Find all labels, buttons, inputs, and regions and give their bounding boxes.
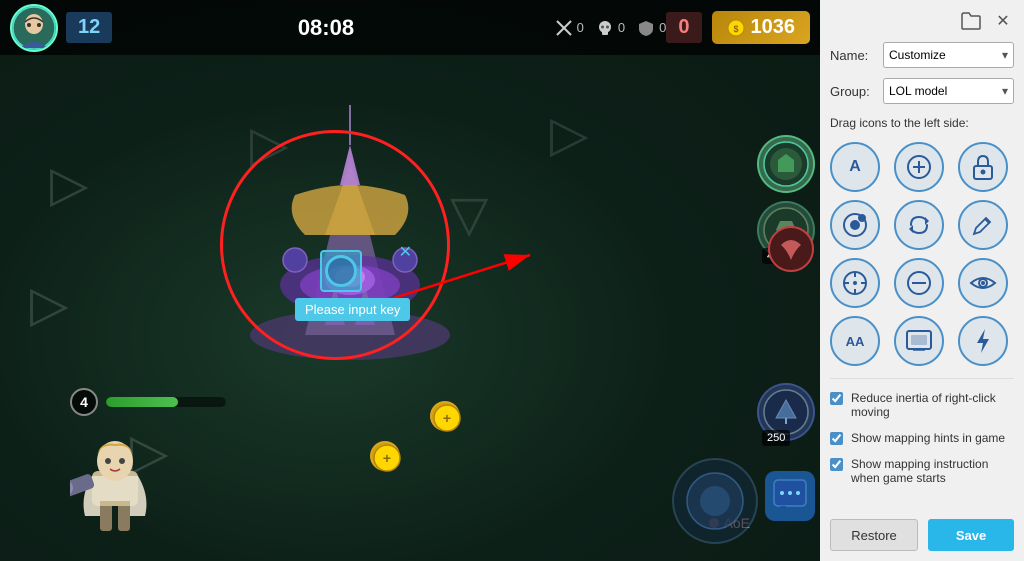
hud-top-bar: 12 08:08 0 0 xyxy=(0,0,820,55)
svg-text:$: $ xyxy=(733,24,738,34)
icon-a-btn[interactable]: A xyxy=(830,142,880,192)
save-button[interactable]: Save xyxy=(928,519,1014,551)
icon-plus-circle-btn[interactable] xyxy=(894,142,944,192)
key-box[interactable] xyxy=(320,250,362,292)
player-character-area: Ferris Marina&35 4 xyxy=(70,388,226,541)
price-badge-2: 250 xyxy=(762,430,790,446)
health-bar xyxy=(106,397,226,407)
coin-1: + xyxy=(370,441,400,471)
name-select-arrow: ▾ xyxy=(1002,48,1008,62)
sidebar-close-icon[interactable]: ✕ xyxy=(992,10,1014,32)
player-level: 4 xyxy=(70,388,98,416)
sidebar-panel: ✕ Name: Customize ▾ Group: LOL model ▾ D… xyxy=(820,0,1024,561)
divider-1 xyxy=(830,378,1014,379)
group-select[interactable]: LOL model ▾ xyxy=(883,78,1014,104)
gold-display: $ 1036 xyxy=(712,11,811,44)
checkbox-row-2: Show mapping hints in game xyxy=(830,431,1014,445)
group-row: Group: LOL model ▾ xyxy=(830,78,1014,104)
group-label: Group: xyxy=(830,84,875,99)
health-bar-container: 4 xyxy=(70,388,226,416)
game-timer: 08:08 xyxy=(112,15,539,41)
kill-count: 12 xyxy=(66,12,112,43)
restore-button[interactable]: Restore xyxy=(830,519,918,551)
icon-lock-btn[interactable] xyxy=(958,142,1008,192)
item-circle-3-container: 250 xyxy=(757,383,815,441)
close-popup-button[interactable]: ✕ xyxy=(399,242,412,262)
death-count: 0 xyxy=(666,12,701,43)
item-circle-1[interactable] xyxy=(757,135,815,193)
svg-text:+: + xyxy=(383,450,391,466)
key-circle-inner xyxy=(325,255,357,287)
group-select-arrow: ▾ xyxy=(1002,84,1008,98)
shield-stat: 0 xyxy=(637,19,666,37)
reduce-inertia-checkbox[interactable] xyxy=(830,392,843,405)
coin-2: + xyxy=(430,401,460,431)
show-mapping-instruction-checkbox[interactable] xyxy=(830,458,843,471)
central-structure xyxy=(200,105,500,385)
swords-stat: 0 xyxy=(555,19,584,37)
show-mapping-instruction-label: Show mapping instruction when game start… xyxy=(851,457,1014,485)
checkbox-row-1: Reduce inertia of right-click moving xyxy=(830,391,1014,419)
icon-lightning-btn[interactable] xyxy=(958,316,1008,366)
svg-text:+: + xyxy=(443,410,451,426)
hud-stats: 0 0 0 xyxy=(555,19,667,37)
name-row: Name: Customize ▾ xyxy=(830,42,1014,68)
direction-arrow-6: ▷ xyxy=(550,105,588,163)
direction-arrow-1: ▷ xyxy=(50,155,88,213)
reduce-inertia-label: Reduce inertia of right-click moving xyxy=(851,391,1014,419)
game-content: ▷ ▷ ▷ ▷ ▽ ▷ xyxy=(0,55,820,561)
key-input-label: Please input key xyxy=(295,298,410,321)
show-mapping-hints-checkbox[interactable] xyxy=(830,432,843,445)
icon-aa-btn[interactable]: AA xyxy=(830,316,880,366)
icon-screen-btn[interactable] xyxy=(894,316,944,366)
sidebar-folder-icon[interactable] xyxy=(960,10,982,32)
icon-refresh-btn[interactable] xyxy=(894,200,944,250)
icon-eye-btn[interactable] xyxy=(958,258,1008,308)
player-sprite xyxy=(70,426,160,536)
icon-grid: A xyxy=(830,142,1014,366)
skull-stat: 0 xyxy=(596,19,625,37)
chat-button[interactable] xyxy=(765,471,815,521)
icon-record-btn[interactable] xyxy=(830,200,880,250)
joystick-area[interactable] xyxy=(670,456,760,551)
icon-crosshair-btn[interactable] xyxy=(830,258,880,308)
name-select[interactable]: Customize ▾ xyxy=(883,42,1014,68)
health-fill xyxy=(106,397,178,407)
direction-arrow-2: ▷ xyxy=(30,275,68,333)
red-skill-btn[interactable] xyxy=(767,225,815,278)
bottom-buttons: Restore Save xyxy=(830,519,1014,551)
key-input-popup[interactable]: ✕ Please input key xyxy=(320,250,420,290)
player-avatar xyxy=(10,4,58,52)
sidebar-header: ✕ xyxy=(830,10,1014,32)
icon-pencil-btn[interactable] xyxy=(958,200,1008,250)
checkbox-row-3: Show mapping instruction when game start… xyxy=(830,457,1014,485)
name-label: Name: xyxy=(830,48,875,63)
drag-instructions-label: Drag icons to the left side: xyxy=(830,116,1014,130)
icon-no-btn[interactable] xyxy=(894,258,944,308)
show-mapping-hints-label: Show mapping hints in game xyxy=(851,431,1005,445)
game-area: 12 08:08 0 0 xyxy=(0,0,820,561)
